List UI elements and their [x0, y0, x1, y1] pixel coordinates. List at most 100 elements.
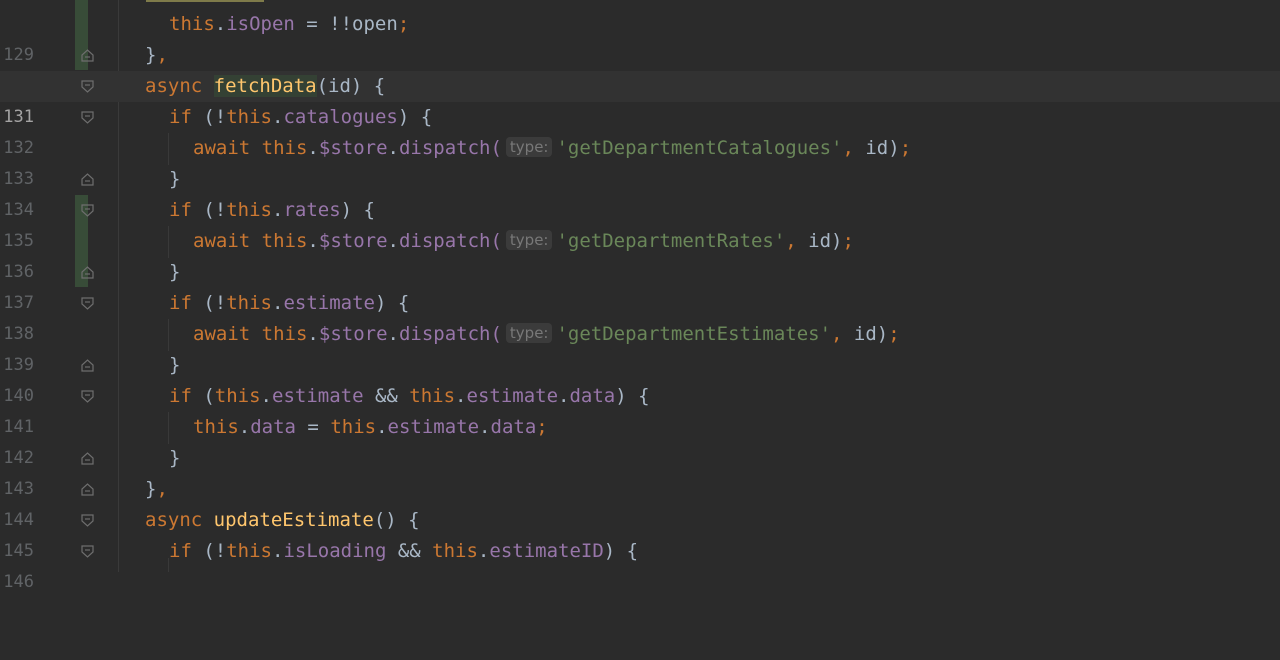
dot: . — [455, 385, 467, 407]
code-line[interactable]: 135 if (!this.rates) { — [0, 195, 1280, 251]
dot: . — [271, 199, 284, 221]
brace: } — [145, 478, 157, 500]
fold-end-icon[interactable] — [81, 483, 94, 496]
code-text: = !!open — [294, 13, 398, 35]
brace: } — [169, 261, 181, 283]
code-line[interactable]: 137 } — [0, 257, 1280, 313]
semicolon: ; — [899, 137, 912, 159]
fold-start-icon[interactable] — [81, 514, 94, 527]
code-text: ) { — [374, 292, 410, 314]
parameter-hint: type: — [505, 137, 553, 157]
fold-end-icon[interactable] — [81, 452, 94, 465]
code-text: (! — [191, 199, 227, 221]
function-name: updateEstimate — [213, 509, 374, 531]
dot: . — [307, 323, 319, 345]
dot: . — [271, 540, 284, 562]
semicolon: ; — [888, 323, 900, 345]
dot: . — [479, 416, 491, 438]
keyword-await: await — [193, 230, 251, 252]
keyword-this: this — [226, 106, 272, 128]
code-line[interactable]: 140 } — [0, 350, 1280, 406]
code-line[interactable]: 129 this.isOpen = !!open; — [0, 9, 1280, 65]
keyword-this: this — [261, 230, 308, 252]
fold-start-icon[interactable] — [81, 204, 94, 217]
code-line[interactable]: 134 } — [0, 164, 1280, 220]
fold-start-icon[interactable] — [81, 390, 94, 403]
dot: . — [376, 416, 388, 438]
keyword-async: async — [145, 509, 203, 531]
code-editor[interactable]: 129 this.isOpen = !!open; 130 }, 131 asy… — [0, 0, 1280, 592]
keyword-if: if — [169, 540, 192, 562]
code-text: ) { — [615, 385, 650, 407]
dot: . — [238, 416, 251, 438]
code-line-current[interactable]: 131 async fetchData(id) { — [0, 71, 1280, 127]
brace: } — [169, 168, 181, 190]
property: estimate — [466, 385, 559, 407]
keyword-this: this — [193, 416, 239, 438]
code-line[interactable]: 145 async updateEstimate() { — [0, 505, 1280, 561]
fold-end-icon[interactable] — [81, 266, 94, 279]
code-line[interactable]: 146 if (!this.isLoading && this.estimate… — [0, 536, 1280, 592]
code-text: id) — [842, 323, 889, 345]
property: isOpen — [226, 13, 295, 35]
code-text: ) { — [340, 199, 375, 221]
code-line[interactable]: 136 await this.$store.dispatch(type:'get… — [0, 226, 1280, 282]
brace: } — [169, 447, 181, 469]
code-line[interactable]: 143 } — [0, 443, 1280, 499]
fold-start-icon[interactable] — [81, 297, 94, 310]
fold-end-icon[interactable] — [81, 49, 94, 62]
semicolon: ; — [536, 416, 548, 438]
code-line[interactable]: 138 if (!this.estimate) { — [0, 288, 1280, 344]
string-literal: 'getDepartmentEstimates' — [556, 323, 832, 345]
code-text: ) { — [397, 106, 433, 128]
dot: . — [477, 540, 490, 562]
code-text: id) — [796, 230, 843, 252]
code-text: (! — [191, 106, 227, 128]
method-call: dispatch( — [398, 230, 502, 252]
dot: . — [307, 137, 319, 159]
dot: . — [558, 385, 570, 407]
dot: . — [307, 230, 319, 252]
keyword-this: this — [330, 416, 377, 438]
keyword-this: this — [261, 323, 308, 345]
comma: , — [156, 478, 168, 500]
dot: . — [214, 13, 227, 35]
code-line[interactable]: 132 if (!this.catalogues) { — [0, 102, 1280, 158]
code-line[interactable]: 133 await this.$store.dispatch(type:'get… — [0, 133, 1280, 189]
parameter-hint: type: — [505, 323, 553, 343]
property: data — [490, 416, 537, 438]
code-text: (! — [191, 292, 227, 314]
keyword-this: this — [226, 540, 272, 562]
property: catalogues — [283, 106, 398, 128]
keyword-this: this — [226, 199, 272, 221]
fold-end-icon[interactable] — [81, 359, 94, 372]
keyword-if: if — [169, 106, 192, 128]
code-text: id) — [853, 137, 900, 159]
dot: . — [387, 137, 399, 159]
string-literal: 'getDepartmentCatalogues' — [556, 137, 843, 159]
fold-start-icon[interactable] — [81, 545, 94, 558]
code-line[interactable]: 139 await this.$store.dispatch(type:'get… — [0, 319, 1280, 375]
code-line[interactable]: 130 }, — [0, 40, 1280, 96]
semicolon: ; — [842, 230, 854, 252]
keyword-if: if — [169, 292, 192, 314]
property: $store — [318, 323, 388, 345]
code-line[interactable]: 141 if (this.estimate && this.estimate.d… — [0, 381, 1280, 437]
operator-and: && — [386, 540, 433, 562]
code-line[interactable]: 144 }, — [0, 474, 1280, 530]
property: isLoading — [283, 540, 387, 562]
keyword-await: await — [193, 137, 251, 159]
fold-start-icon[interactable] — [81, 111, 94, 124]
fold-start-icon[interactable] — [81, 80, 94, 93]
keyword-this: this — [169, 13, 215, 35]
property: $store — [318, 137, 388, 159]
code-text: (id) { — [316, 75, 386, 97]
code-line[interactable]: 142 this.data = this.estimate.data; — [0, 412, 1280, 468]
property: estimateID — [489, 540, 604, 562]
property: estimate — [283, 292, 375, 314]
code-text: () { — [373, 509, 420, 531]
property: estimate — [272, 385, 364, 407]
keyword-this: this — [214, 385, 261, 407]
comma: , — [156, 44, 168, 66]
fold-end-icon[interactable] — [81, 173, 94, 186]
